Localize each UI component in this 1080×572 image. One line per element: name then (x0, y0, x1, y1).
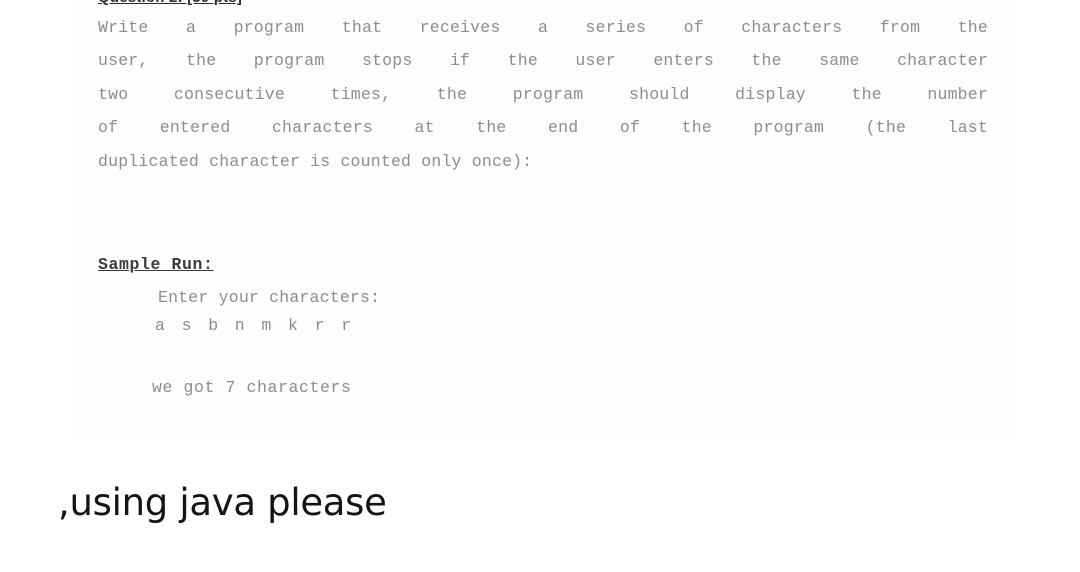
question-body-line: two consecutive times, the program shoul… (98, 85, 988, 104)
question-body-line: Write a program that receives a series o… (98, 18, 988, 37)
question-heading: Question 2: [30 pts] (98, 0, 242, 6)
scanned-question-image: Question 2: [30 pts] Write a program tha… (70, 0, 1018, 437)
screenshot-page: Question 2: [30 pts] Write a program tha… (0, 0, 1080, 572)
user-comment-text: ,using java please (58, 481, 387, 524)
sample-run-input: a s b n m k r r (155, 316, 355, 335)
question-body-line: user, the program stops if the user ente… (98, 51, 988, 70)
sample-run-prompt: Enter your characters: (158, 288, 381, 307)
sample-run-heading: Sample Run: (98, 255, 214, 274)
question-body-line: duplicated character is counted only onc… (98, 152, 533, 171)
question-body-line: of entered characters at the end of the … (98, 118, 988, 137)
sample-run-output: we got 7 characters (152, 378, 352, 397)
